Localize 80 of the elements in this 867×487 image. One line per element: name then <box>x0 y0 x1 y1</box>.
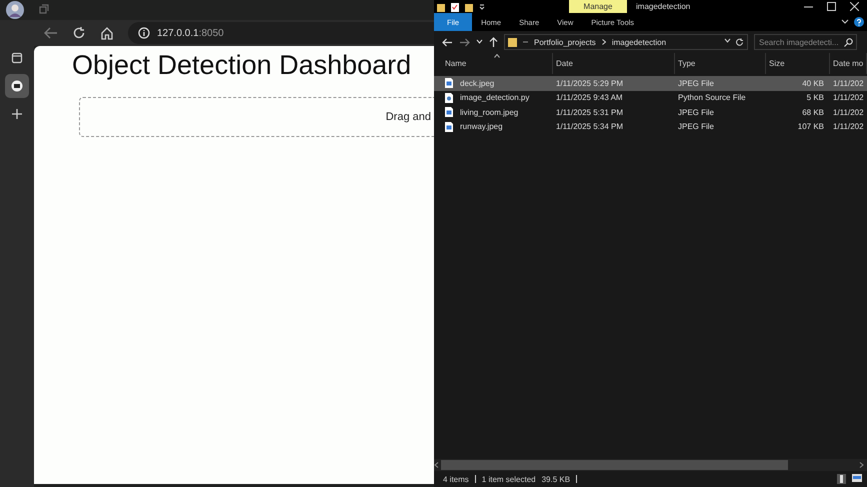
column-header[interactable]: Name <box>442 53 553 74</box>
sort-caret-icon[interactable] <box>494 54 500 58</box>
recent-locations-icon[interactable] <box>476 39 483 45</box>
upload-area[interactable]: Drag and <box>79 97 434 137</box>
chevron-right-icon <box>602 39 606 45</box>
image-file-icon <box>445 107 453 118</box>
search-icon[interactable] <box>844 38 853 46</box>
browser-tab[interactable] <box>5 74 29 98</box>
file-date: 1/11/2025 5:29 PM <box>555 78 624 88</box>
file-size: 5 KB <box>806 93 825 102</box>
upload-text: Drag and <box>386 111 431 123</box>
file-date: 1/11/2025 5:34 PM <box>555 122 624 132</box>
script-file-icon <box>445 92 453 103</box>
file-type: JPEG File <box>677 108 716 117</box>
window-title: imagedetection <box>635 2 692 11</box>
image-file-icon <box>445 78 453 88</box>
column-header[interactable]: Date mo <box>830 53 867 74</box>
file-modified: 1/11/202 <box>832 122 865 132</box>
close-icon[interactable] <box>850 2 859 11</box>
image-file-icon <box>445 122 453 132</box>
context-tab[interactable]: Manage <box>569 0 627 13</box>
scrollbar-thumb[interactable] <box>441 460 788 470</box>
dropdown-icon[interactable] <box>724 38 731 42</box>
folder-icon <box>437 2 445 12</box>
properties-icon[interactable] <box>451 2 459 12</box>
url-text: 127.0.0.1:8050 <box>157 28 224 38</box>
address-bar[interactable]: 127.0.0.1:8050 <box>128 22 434 44</box>
file-name: image_detection.py <box>459 93 530 102</box>
column-header[interactable]: Date <box>553 53 675 74</box>
page-heading: Object Detection Dashboard <box>72 50 412 81</box>
file-modified: 1/11/202 <box>832 108 865 117</box>
file-row[interactable]: living_room.jpeg 1/11/2025 5:31 PM JPEG File 68 KB 1/11/202 <box>434 105 867 120</box>
folder-icon <box>508 37 517 47</box>
file-row[interactable]: deck.jpeg 1/11/2025 5:29 PM JPEG File 40 KB 1/11/202 <box>434 76 867 90</box>
up-icon[interactable] <box>489 36 498 48</box>
avatar-icon <box>6 1 24 19</box>
scroll-left-icon[interactable] <box>434 462 439 468</box>
file-row[interactable]: runway.jpeg 1/11/2025 5:34 PM JPEG File 107 KB 1/11/202 <box>434 120 867 134</box>
address-bar[interactable]: Portfolio_projects imagedetection <box>504 34 748 50</box>
file-date: 1/11/2025 5:31 PM <box>555 108 624 117</box>
file-name: runway.jpeg <box>459 122 503 132</box>
search-placeholder: Search imagedetecti... <box>759 38 839 46</box>
breadcrumb[interactable]: Portfolio_projects <box>534 38 596 46</box>
forward-icon[interactable] <box>459 38 470 46</box>
status-text: 4 items <box>443 474 469 484</box>
file-modified: 1/11/202 <box>832 78 865 88</box>
info-icon[interactable] <box>138 27 150 39</box>
scroll-right-icon[interactable] <box>859 462 864 468</box>
help-icon[interactable] <box>854 17 864 27</box>
refresh-icon[interactable] <box>735 38 744 46</box>
vertical-tabs-icon[interactable] <box>11 52 23 64</box>
details-view-icon[interactable] <box>837 474 846 484</box>
file-type: Python Source File <box>677 93 747 102</box>
overflow-icon <box>523 40 528 44</box>
breadcrumb[interactable]: imagedetection <box>612 38 666 46</box>
thumbnail-view-icon[interactable] <box>852 474 862 482</box>
new-tab-icon[interactable] <box>11 108 23 120</box>
file-size: 40 KB <box>801 78 825 88</box>
file-modified: 1/11/202 <box>832 93 865 102</box>
home-icon[interactable] <box>100 26 114 40</box>
file-name: deck.jpeg <box>459 78 494 88</box>
search-field[interactable]: Search imagedetecti... <box>754 34 857 50</box>
file-name: living_room.jpeg <box>459 108 518 117</box>
file-row[interactable]: image_detection.py 1/11/2025 9:43 AM Python Source File 5 KB 1/11/202 <box>434 90 867 105</box>
file-size: 107 KB <box>796 122 825 132</box>
column-header[interactable]: Type <box>675 53 766 74</box>
file-date: 1/11/2025 9:43 AM <box>555 93 624 102</box>
file-size: 68 KB <box>801 108 825 117</box>
status-text: 39.5 KB <box>542 474 570 484</box>
chevron-down-icon[interactable] <box>841 19 849 25</box>
file-type: JPEG File <box>677 122 716 132</box>
maximize-icon[interactable] <box>827 2 836 11</box>
folder-icon[interactable] <box>465 2 473 12</box>
column-header[interactable]: Size <box>766 53 830 74</box>
tab-favicon <box>11 80 23 92</box>
file-type: JPEG File <box>677 78 716 88</box>
dropdown-icon[interactable] <box>479 2 485 10</box>
reload-icon[interactable] <box>72 26 86 40</box>
status-text: 1 item selected <box>482 474 536 484</box>
workspaces-icon[interactable] <box>38 4 50 16</box>
